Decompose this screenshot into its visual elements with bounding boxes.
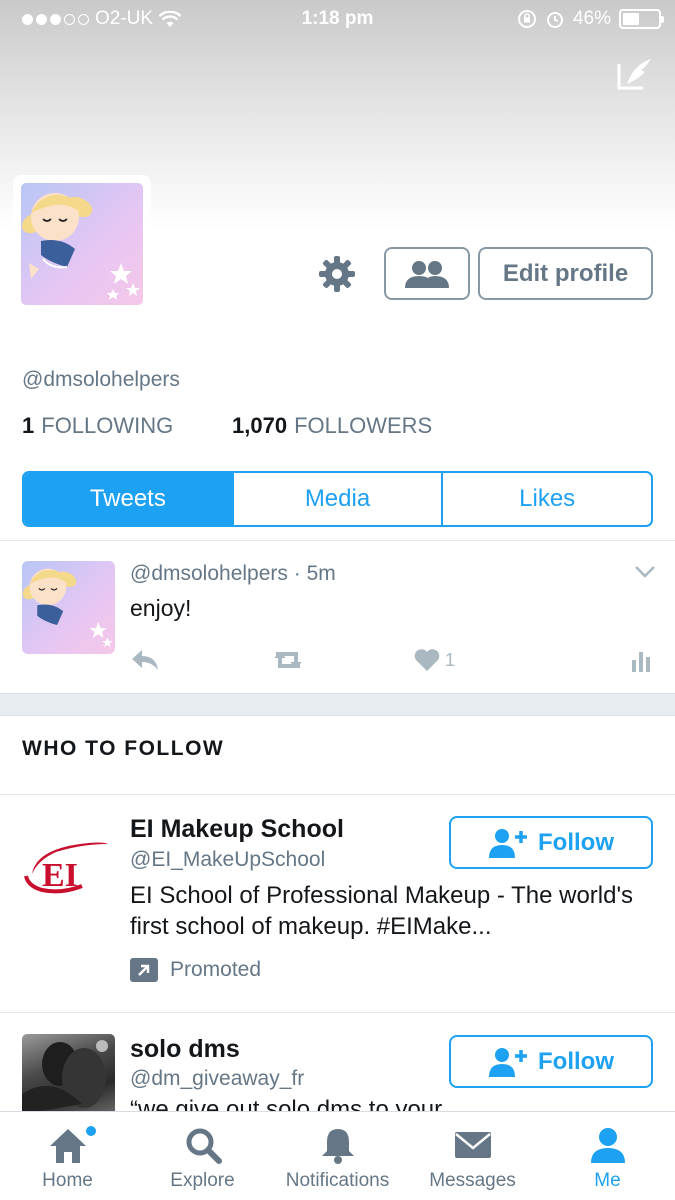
suggestion-avatar-photo xyxy=(22,1040,108,1114)
chevron-down-icon[interactable] xyxy=(634,564,656,580)
bell-icon xyxy=(321,1129,354,1164)
heart-icon xyxy=(414,649,440,671)
notification-dot xyxy=(86,1126,96,1136)
nav-me[interactable]: Me xyxy=(540,1112,675,1200)
suggestion-name[interactable]: solo dms xyxy=(130,1035,240,1064)
search-icon xyxy=(186,1128,222,1164)
battery-percent: 46% xyxy=(572,8,611,29)
analytics-button[interactable] xyxy=(630,646,654,674)
add-user-icon xyxy=(489,1047,527,1077)
promoted-label: Promoted xyxy=(130,958,261,982)
status-bar-right: 46% xyxy=(517,8,664,30)
follow-button-label: Follow xyxy=(538,828,614,856)
following-label: FOLLOWING xyxy=(41,413,174,438)
alarm-icon xyxy=(546,12,563,28)
reply-button[interactable] xyxy=(130,646,160,674)
retweet-button[interactable] xyxy=(270,646,306,674)
followers-stat[interactable]: 1,070 FOLLOWERS xyxy=(232,413,432,439)
profile-stats: 1 FOLLOWING 1,070 FOLLOWERS xyxy=(22,413,432,439)
tweet-text: enjoy! xyxy=(130,595,192,621)
tweet-author-avatar[interactable] xyxy=(22,561,115,654)
followers-count: 1,070 xyxy=(232,413,288,438)
bottom-nav: Home Explore Notifications Messages Me xyxy=(0,1111,675,1200)
profile-tabs: Tweets Media Likes xyxy=(22,471,653,527)
edit-profile-button[interactable]: Edit profile xyxy=(478,247,653,300)
profile-handle: @dmsolohelpers xyxy=(22,368,180,391)
tweet-author-handle[interactable]: @dmsolohelpers xyxy=(130,562,288,585)
orientation-lock-icon xyxy=(517,10,536,28)
divider xyxy=(0,794,675,795)
battery-icon xyxy=(619,9,664,29)
like-count: 1 xyxy=(445,649,456,670)
tweet-timestamp: 5m xyxy=(306,562,336,585)
nav-messages-label: Messages xyxy=(429,1170,516,1191)
like-button[interactable]: 1 xyxy=(414,646,455,674)
profile-avatar[interactable] xyxy=(13,175,151,313)
promoted-arrow-icon xyxy=(130,958,158,982)
tab-tweets[interactable]: Tweets xyxy=(24,473,234,525)
analytics-icon xyxy=(632,652,650,672)
settings-gear-icon[interactable] xyxy=(316,253,358,295)
retweet-icon xyxy=(274,652,302,668)
envelope-icon xyxy=(454,1132,491,1158)
home-icon xyxy=(49,1129,86,1163)
nav-messages[interactable]: Messages xyxy=(405,1112,540,1200)
nav-home-label: Home xyxy=(42,1170,93,1191)
ei-logo-text: EI xyxy=(42,857,78,894)
compose-tweet-icon[interactable] xyxy=(615,54,655,94)
reply-icon xyxy=(132,650,158,670)
promoted-text: Promoted xyxy=(170,958,262,981)
nav-me-label: Me xyxy=(594,1170,621,1191)
tab-media[interactable]: Media xyxy=(234,473,444,525)
who-to-follow-heading: WHO TO FOLLOW xyxy=(22,737,225,760)
section-separator xyxy=(0,693,675,716)
suggestion-bio: “we give out solo dms to your xyxy=(130,1096,443,1112)
add-user-icon xyxy=(489,828,527,858)
suggestion-avatar[interactable] xyxy=(22,1034,115,1114)
people-icon xyxy=(405,260,449,288)
status-bar: O2-UK 1:18 pm 46% xyxy=(0,0,675,40)
avatar-image xyxy=(21,183,143,305)
nav-explore-label: Explore xyxy=(170,1170,235,1191)
follow-button[interactable]: Follow xyxy=(449,1035,653,1088)
tweet-separator: · xyxy=(293,562,301,585)
ei-makeup-school-logo[interactable]: EI xyxy=(22,836,110,898)
person-icon xyxy=(590,1128,625,1163)
follow-button-label: Follow xyxy=(538,1047,614,1075)
suggestion-handle: @EI_MakeUpSchool xyxy=(130,848,326,871)
nav-notifications[interactable]: Notifications xyxy=(270,1112,405,1200)
nav-explore[interactable]: Explore xyxy=(135,1112,270,1200)
following-stat[interactable]: 1 FOLLOWING xyxy=(22,413,173,439)
suggestion-handle: @dm_giveaway_fr xyxy=(130,1067,305,1090)
following-count: 1 xyxy=(22,413,35,438)
nav-notifications-label: Notifications xyxy=(285,1170,390,1191)
suggestion-bio: EI School of Professional Makeup - The w… xyxy=(130,882,634,940)
divider xyxy=(0,540,675,541)
tweet-header: @dmsolohelpers · 5m xyxy=(130,562,336,586)
follow-button[interactable]: Follow xyxy=(449,816,653,869)
lists-button[interactable] xyxy=(384,247,470,300)
followers-label: FOLLOWERS xyxy=(294,413,433,438)
nav-home[interactable]: Home xyxy=(0,1112,135,1200)
suggestion-name[interactable]: EI Makeup School xyxy=(130,815,344,844)
tab-likes[interactable]: Likes xyxy=(443,473,651,525)
divider xyxy=(0,1012,675,1013)
